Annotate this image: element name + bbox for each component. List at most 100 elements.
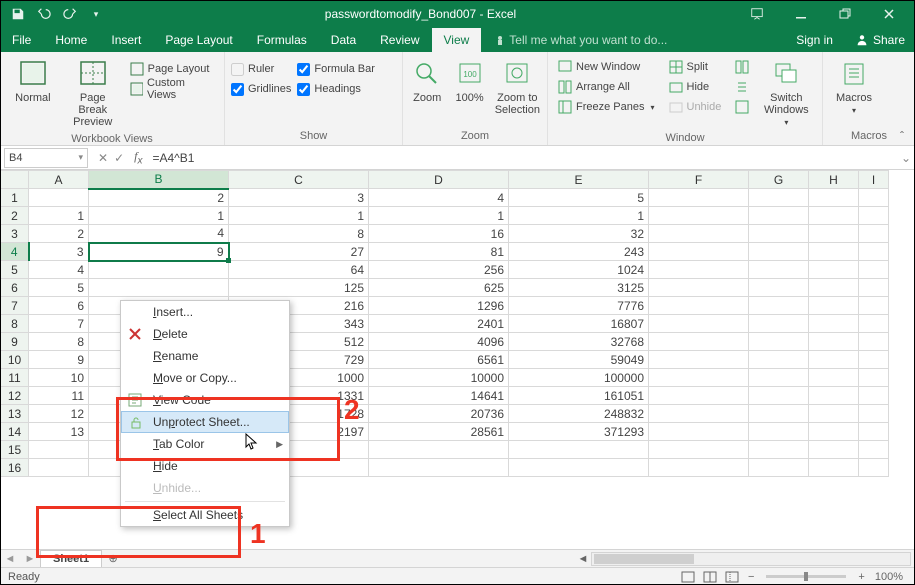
cell-B5[interactable] <box>89 261 229 279</box>
cm-insert[interactable]: Insert... <box>121 301 289 323</box>
undo-icon[interactable] <box>36 6 52 22</box>
cell-E10[interactable]: 59049 <box>509 351 649 369</box>
collapse-ribbon-icon[interactable]: ˆ <box>893 129 911 143</box>
switch-windows-button[interactable]: Switch Windows ▾ <box>759 56 813 127</box>
cell-E4[interactable]: 243 <box>509 243 649 261</box>
zoom-level[interactable]: 100% <box>871 570 907 584</box>
col-header-H[interactable]: H <box>809 171 859 189</box>
cell-F10[interactable] <box>649 351 749 369</box>
redo-icon[interactable] <box>62 6 78 22</box>
cell-E11[interactable]: 100000 <box>509 369 649 387</box>
cell-I7[interactable] <box>859 297 889 315</box>
cell-G5[interactable] <box>749 261 809 279</box>
tab-home[interactable]: Home <box>43 28 99 52</box>
cell-D12[interactable]: 14641 <box>369 387 509 405</box>
row-header-2[interactable]: 2 <box>1 207 29 225</box>
cell-A8[interactable]: 7 <box>29 315 89 333</box>
macros-button[interactable]: Macros ▾ <box>829 56 879 115</box>
col-header-C[interactable]: C <box>229 171 369 189</box>
zoom-slider[interactable] <box>766 575 846 578</box>
cell-C3[interactable]: 8 <box>229 225 369 243</box>
cell-D6[interactable]: 625 <box>369 279 509 297</box>
cell-H16[interactable] <box>809 459 859 477</box>
cell-B6[interactable] <box>89 279 229 297</box>
cell-H12[interactable] <box>809 387 859 405</box>
row-header-1[interactable]: 1 <box>1 189 29 207</box>
enter-formula-icon[interactable]: ✓ <box>114 151 124 165</box>
cell-A16[interactable] <box>29 459 89 477</box>
zoom-in-button[interactable]: + <box>854 570 868 584</box>
horizontal-scrollbar[interactable]: ◄ ► <box>591 552 911 566</box>
cell-I12[interactable] <box>859 387 889 405</box>
cell-F12[interactable] <box>649 387 749 405</box>
cell-A3[interactable]: 2 <box>29 225 89 243</box>
row-header-10[interactable]: 10 <box>1 351 29 369</box>
cm-unprotect-sheet[interactable]: Unprotect Sheet... <box>121 411 289 433</box>
minimize-icon[interactable] <box>781 0 821 28</box>
row-header-4[interactable]: 4 <box>1 243 29 261</box>
tab-insert[interactable]: Insert <box>99 28 153 52</box>
cell-F3[interactable] <box>649 225 749 243</box>
cell-F9[interactable] <box>649 333 749 351</box>
freeze-panes-button[interactable]: Freeze Panes▾ <box>554 98 659 116</box>
cell-F2[interactable] <box>649 207 749 225</box>
col-header-D[interactable]: D <box>369 171 509 189</box>
scrollbar-thumb[interactable] <box>594 554 694 564</box>
cell-H6[interactable] <box>809 279 859 297</box>
cell-G15[interactable] <box>749 441 809 459</box>
cell-A14[interactable]: 13 <box>29 423 89 441</box>
cell-E15[interactable] <box>509 441 649 459</box>
cell-G3[interactable] <box>749 225 809 243</box>
cell-I16[interactable] <box>859 459 889 477</box>
cell-E16[interactable] <box>509 459 649 477</box>
cell-F13[interactable] <box>649 405 749 423</box>
cell-C2[interactable]: 1 <box>229 207 369 225</box>
cell-G16[interactable] <box>749 459 809 477</box>
cell-H2[interactable] <box>809 207 859 225</box>
cell-G9[interactable] <box>749 333 809 351</box>
cell-H15[interactable] <box>809 441 859 459</box>
cell-E3[interactable]: 32 <box>509 225 649 243</box>
cell-H14[interactable] <box>809 423 859 441</box>
cell-H11[interactable] <box>809 369 859 387</box>
share-button[interactable]: Share <box>845 28 915 52</box>
cell-F4[interactable] <box>649 243 749 261</box>
col-header-E[interactable]: E <box>509 171 649 189</box>
cell-E14[interactable]: 371293 <box>509 423 649 441</box>
cell-A5[interactable]: 4 <box>29 261 89 279</box>
cell-C1[interactable]: 3 <box>229 189 369 207</box>
cell-H9[interactable] <box>809 333 859 351</box>
cell-D10[interactable]: 6561 <box>369 351 509 369</box>
cell-F15[interactable] <box>649 441 749 459</box>
cell-D2[interactable]: 1 <box>369 207 509 225</box>
tab-data[interactable]: Data <box>319 28 368 52</box>
add-sheet-icon[interactable]: ⊕ <box>102 552 124 565</box>
cell-A2[interactable]: 1 <box>29 207 89 225</box>
col-header-F[interactable]: F <box>649 171 749 189</box>
row-header-5[interactable]: 5 <box>1 261 29 279</box>
split-button[interactable]: Split <box>665 58 726 76</box>
reset-window-button[interactable] <box>731 98 753 116</box>
cell-G12[interactable] <box>749 387 809 405</box>
cell-H10[interactable] <box>809 351 859 369</box>
view-normal-icon[interactable] <box>678 570 698 584</box>
cell-D4[interactable]: 81 <box>369 243 509 261</box>
cell-A6[interactable]: 5 <box>29 279 89 297</box>
cell-D14[interactable]: 28561 <box>369 423 509 441</box>
cell-G8[interactable] <box>749 315 809 333</box>
cell-D5[interactable]: 256 <box>369 261 509 279</box>
new-window-button[interactable]: New Window <box>554 58 659 76</box>
zoom-100-button[interactable]: 100 100% <box>451 56 487 104</box>
cell-E13[interactable]: 248832 <box>509 405 649 423</box>
tell-me-search[interactable]: Tell me what you want to do... <box>481 28 784 52</box>
row-header-12[interactable]: 12 <box>1 387 29 405</box>
cell-I1[interactable] <box>859 189 889 207</box>
col-header-I[interactable]: I <box>859 171 889 189</box>
unhide-window-button[interactable]: Unhide <box>665 98 726 116</box>
cell-D16[interactable] <box>369 459 509 477</box>
expand-formula-bar-icon[interactable]: ⌄ <box>897 151 915 165</box>
view-pagebreak-icon[interactable] <box>722 570 742 584</box>
cell-H7[interactable] <box>809 297 859 315</box>
cell-E8[interactable]: 16807 <box>509 315 649 333</box>
view-pagelayout-icon[interactable] <box>700 570 720 584</box>
